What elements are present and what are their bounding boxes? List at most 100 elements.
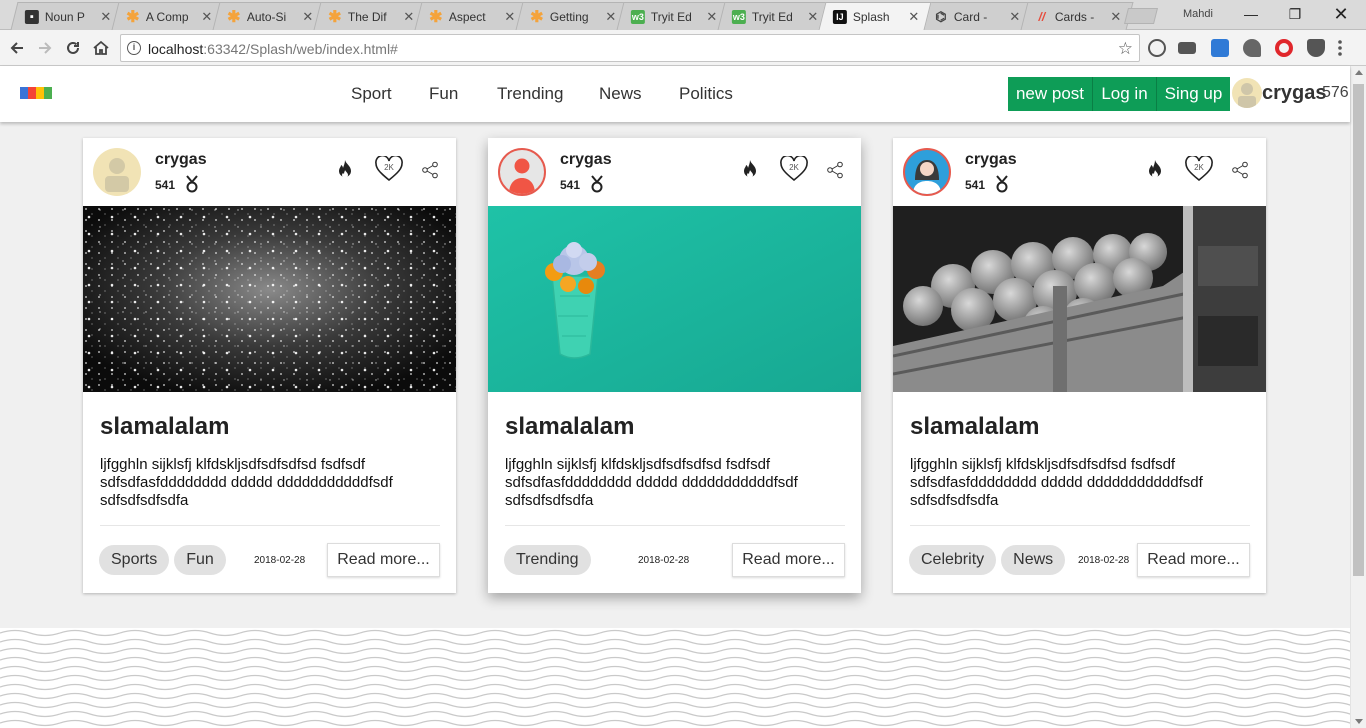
new-post-button[interactable]: new post	[1008, 77, 1092, 111]
browser-tab[interactable]: ✱ Getting ✕	[515, 2, 629, 30]
like-heart-icon[interactable]: 2K	[780, 154, 808, 187]
read-more-button[interactable]: Read more...	[327, 543, 440, 577]
info-icon[interactable]: i	[127, 41, 141, 55]
close-icon[interactable]: ✕	[1008, 9, 1022, 25]
scroll-down-icon[interactable]	[1355, 719, 1363, 724]
page-scrollbar[interactable]	[1350, 66, 1366, 728]
browser-tab[interactable]: ✱ The Dif ✕	[313, 2, 427, 30]
user-avatar[interactable]	[1232, 78, 1262, 108]
tag-chip[interactable]: Sports	[99, 545, 170, 575]
site-header: Sport Fun Trending News Politics new pos…	[0, 66, 1350, 122]
codepen-icon: ⌬	[935, 8, 947, 24]
tag-chip[interactable]: Celebrity	[909, 545, 997, 575]
author-avatar[interactable]	[903, 148, 951, 196]
fire-icon[interactable]	[1146, 159, 1164, 184]
close-icon[interactable]: ✕	[99, 9, 113, 25]
close-icon[interactable]: ✕	[402, 9, 416, 25]
reload-icon[interactable]	[61, 36, 85, 60]
close-icon[interactable]: ✕	[806, 9, 820, 25]
browser-tab[interactable]: ▪ Noun P ✕	[10, 2, 124, 30]
browser-tab[interactable]: ⌬ Card - ✕	[919, 2, 1033, 30]
svg-text:2K: 2K	[789, 163, 799, 172]
read-more-button[interactable]: Read more...	[1137, 543, 1250, 577]
svg-text:2K: 2K	[1194, 163, 1204, 172]
close-icon[interactable]: ✕	[604, 9, 618, 25]
share-icon[interactable]	[1231, 161, 1249, 184]
opera-icon[interactable]	[1275, 39, 1293, 57]
tab-title: A Comp	[145, 9, 189, 24]
asterisk-icon: ✱	[429, 8, 443, 26]
sparkling-particles-image	[83, 206, 456, 392]
site-logo[interactable]	[20, 87, 52, 99]
like-heart-icon[interactable]: 2K	[375, 154, 403, 187]
window-close-icon[interactable]: ✕	[1326, 4, 1356, 24]
fire-icon[interactable]	[741, 159, 759, 184]
author-name[interactable]: crygas	[560, 151, 612, 169]
asterisk-icon: ✱	[227, 8, 241, 26]
nav-link-sport[interactable]: Sport	[351, 84, 392, 104]
tab-title: Aspect	[448, 9, 486, 24]
asterisk-icon: ✱	[126, 8, 140, 26]
profile-name[interactable]: Mahdi	[1183, 8, 1213, 20]
tag-chip[interactable]: Trending	[504, 545, 591, 575]
new-tab-button[interactable]	[1124, 8, 1158, 24]
close-icon[interactable]: ✕	[705, 9, 719, 25]
medal-icon	[588, 175, 606, 198]
tag-chip[interactable]: Fun	[174, 545, 226, 575]
signup-button[interactable]: Sing up	[1156, 77, 1230, 111]
author-avatar[interactable]	[498, 148, 546, 196]
restore-icon[interactable]: ❐	[1280, 4, 1310, 24]
like-heart-icon[interactable]: 2K	[1185, 154, 1213, 187]
extension-clock-icon[interactable]	[1148, 39, 1166, 57]
author-name[interactable]: crygas	[965, 151, 1017, 169]
browser-tab[interactable]: w3 Tryit Ed ✕	[616, 2, 730, 30]
scroll-up-icon[interactable]	[1355, 70, 1363, 75]
author-score: 541	[155, 178, 176, 192]
close-icon[interactable]: ✕	[301, 9, 315, 25]
bookmark-star-icon[interactable]: ☆	[1118, 39, 1133, 59]
scroll-thumb[interactable]	[1353, 84, 1364, 576]
browser-tab[interactable]: ✱ Auto-Si ✕	[212, 2, 326, 30]
nav-link-politics[interactable]: Politics	[679, 84, 733, 104]
nav-link-news[interactable]: News	[599, 84, 642, 104]
card-body: ljfgghln sijklsfj klfdskljsdfsdfsdfsd fs…	[505, 456, 798, 509]
nav-link-fun[interactable]: Fun	[429, 84, 458, 104]
card-title: slamalalam	[100, 413, 230, 440]
browser-tab[interactable]: ✱ A Comp ✕	[111, 2, 225, 30]
browser-tab[interactable]: // Cards - ✕	[1020, 2, 1134, 30]
home-icon[interactable]	[89, 36, 113, 60]
tag-list: Trending	[504, 545, 591, 575]
user-name[interactable]: crygas	[1262, 82, 1327, 105]
extension-leaf-icon[interactable]	[1243, 39, 1261, 57]
forward-icon[interactable]	[33, 36, 57, 60]
author-avatar[interactable]	[93, 148, 141, 196]
share-icon[interactable]	[826, 161, 844, 184]
browser-tabstrip: ▪ Noun P ✕ ✱ A Comp ✕ ✱ Auto-Si ✕ ✱ The Dif ✕ ✱ A…	[0, 0, 1366, 30]
w3-icon: w3	[630, 9, 645, 24]
close-icon[interactable]: ✕	[907, 9, 921, 25]
nav-link-trending[interactable]: Trending	[497, 84, 563, 104]
author-name[interactable]: crygas	[155, 151, 207, 169]
pocket-icon[interactable]	[1307, 39, 1325, 57]
read-more-button[interactable]: Read more...	[732, 543, 845, 577]
browser-tab[interactable]: w3 Tryit Ed ✕	[717, 2, 831, 30]
tag-chip[interactable]: News	[1001, 545, 1066, 575]
minimize-icon[interactable]: —	[1236, 4, 1266, 24]
address-url: localhost:63342/Splash/web/index.html#	[148, 41, 398, 57]
browser-tab-active[interactable]: IJ Splash ✕	[818, 2, 932, 30]
extension-monitor-icon[interactable]	[1178, 42, 1196, 54]
address-bar[interactable]: i localhost:63342/Splash/web/index.html#…	[120, 34, 1140, 62]
tag-list: Celebrity News	[909, 545, 1066, 575]
close-icon[interactable]: ✕	[503, 9, 517, 25]
user-count: 576	[1322, 84, 1349, 101]
browser-tab[interactable]: ✱ Aspect ✕	[414, 2, 528, 30]
extension-rss-icon[interactable]	[1211, 39, 1229, 57]
login-button[interactable]: Log in	[1092, 77, 1156, 111]
back-icon[interactable]	[5, 36, 29, 60]
share-icon[interactable]	[421, 161, 439, 184]
divider	[505, 525, 845, 526]
close-icon[interactable]: ✕	[200, 9, 214, 25]
menu-kebab-icon[interactable]	[1338, 39, 1342, 57]
close-icon[interactable]: ✕	[1109, 9, 1123, 25]
fire-icon[interactable]	[336, 159, 354, 184]
